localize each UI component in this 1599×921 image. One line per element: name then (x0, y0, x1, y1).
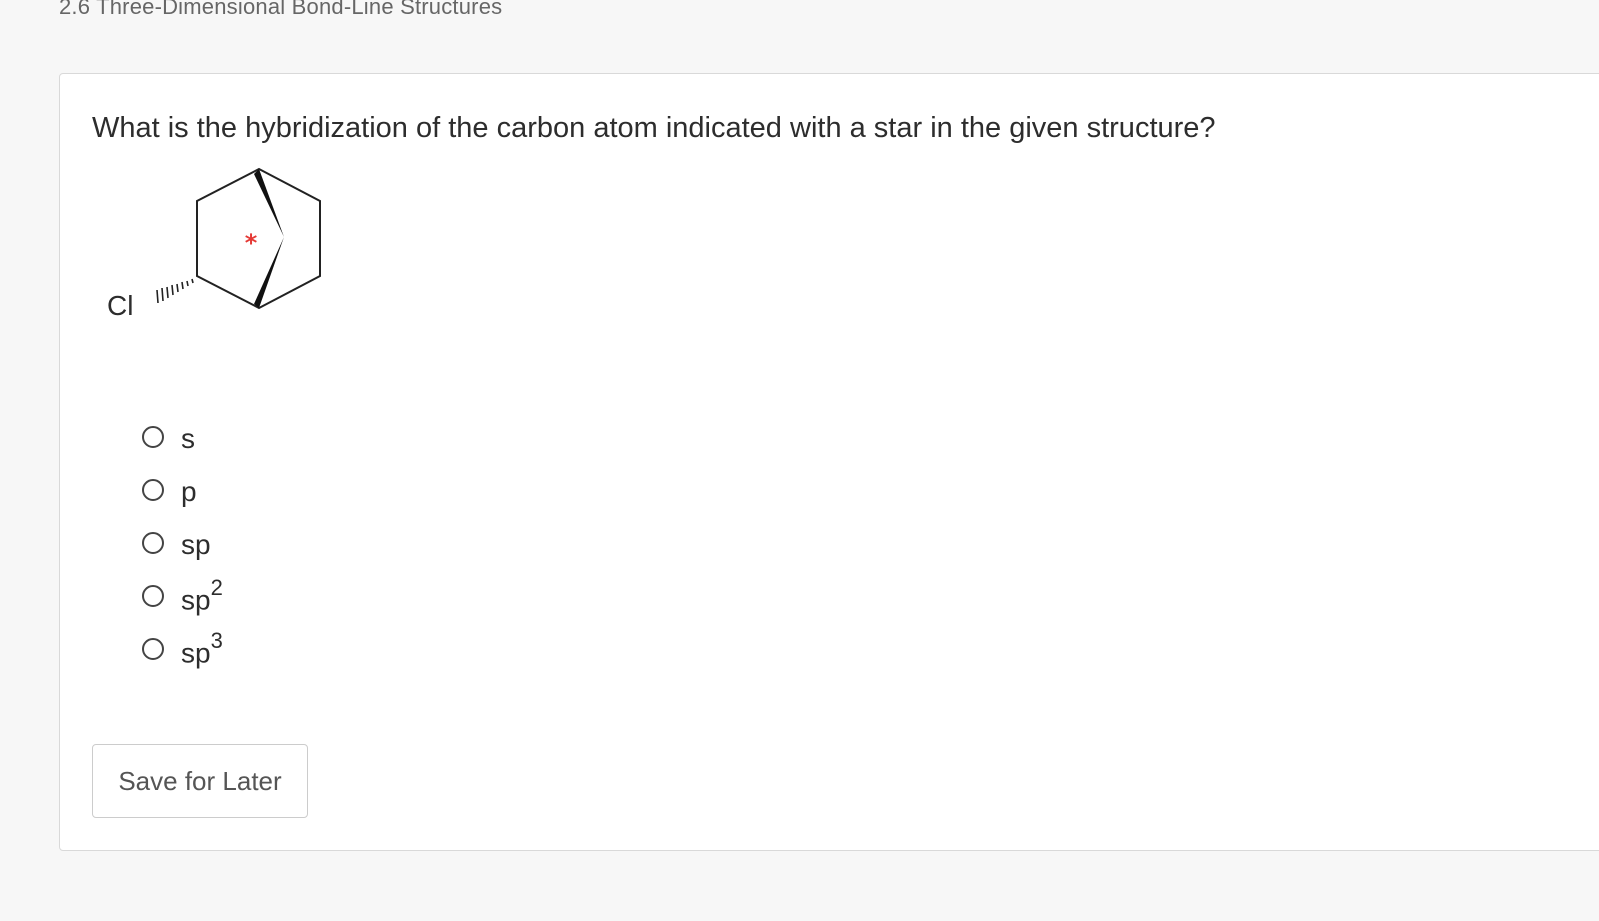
option-label: sp (181, 528, 211, 560)
cyclohexane-ring (196, 167, 321, 310)
question-prompt: What is the hybridization of the carbon … (92, 112, 1216, 144)
radio-button[interactable] (142, 531, 164, 554)
option-label: sp3 (181, 627, 223, 669)
option-s[interactable]: s (142, 410, 223, 463)
option-p[interactable]: p (142, 463, 223, 516)
chlorine-label: Cl (107, 290, 134, 321)
option-label: sp2 (181, 574, 223, 616)
save-for-later-button[interactable]: Save for Later (92, 744, 308, 818)
hashed-bond (156, 278, 194, 304)
option-sp3[interactable]: sp3 (142, 622, 223, 675)
question-card: What is the hybridization of the carbon … (59, 73, 1599, 851)
option-sp2[interactable]: sp2 (142, 569, 223, 622)
option-label: s (181, 422, 195, 454)
radio-button[interactable] (142, 425, 164, 448)
answer-options: s p sp sp2 sp3 (142, 410, 223, 675)
bond-line-structure: * (156, 167, 321, 310)
star-marker: * (245, 229, 258, 257)
option-label: p (181, 475, 197, 507)
option-sp[interactable]: sp (142, 516, 223, 569)
radio-button[interactable] (142, 584, 164, 607)
radio-button[interactable] (142, 478, 164, 501)
radio-button[interactable] (142, 637, 164, 660)
section-title: 2.6 Three-Dimensional Bond-Line Structur… (59, 0, 503, 19)
